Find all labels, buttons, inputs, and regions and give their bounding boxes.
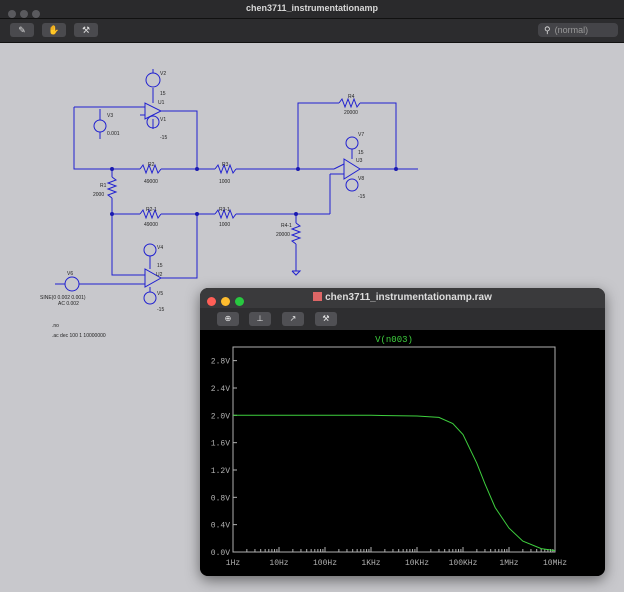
label-r2: R2 (148, 162, 155, 168)
plot-toolbar: ⊕ ⊥ ↗ ⚒ (200, 308, 605, 330)
main-toolbar: ✎ ✋ ⚒ ⚲ (normal) (0, 19, 624, 43)
label-v3-val: 0.001 (107, 131, 120, 137)
label-r1: R1 (100, 183, 107, 189)
waveform-plot[interactable]: V(n003) 0.0V 0.4V 0.8V 1.2V 1.6V 2.0V 2.4V 2.8V… (200, 330, 605, 576)
label-r2-1: R2-1 (146, 207, 157, 213)
x-tick-label: 1KHz (361, 559, 380, 568)
minimize-icon[interactable] (221, 297, 230, 306)
label-v4: V4 (157, 245, 163, 251)
y-tick-label: 1.6V (211, 440, 230, 449)
label-r4-val: 20000 (344, 110, 358, 116)
label-u1: U1 (158, 100, 165, 106)
y-tick-label: 0.8V (211, 494, 230, 503)
y-tick-label: 2.4V (211, 385, 230, 394)
directive-noise[interactable]: .no (52, 323, 59, 329)
hand-icon[interactable]: ✋ (42, 23, 66, 37)
close-icon[interactable] (207, 297, 216, 306)
x-tick-label: 100Hz (313, 559, 337, 568)
label-v5-val: -15 (157, 307, 164, 313)
x-tick-label: 10KHz (405, 559, 429, 568)
label-v2-val: 15 (160, 91, 166, 97)
label-v7-val: 15 (358, 150, 364, 156)
title-bar: chen3711_instrumentationamp (0, 0, 624, 19)
trace-label[interactable]: V(n003) (375, 335, 413, 345)
plot-window: chen3711_instrumentationamp.raw ⊕ ⊥ ↗ ⚒ … (200, 288, 605, 576)
plot-window-titlebar: chen3711_instrumentationamp.raw (200, 288, 605, 308)
x-tick-label: 10MHz (543, 559, 567, 568)
zoom-icon[interactable]: ⊕ (217, 312, 239, 326)
plot-window-title: chen3711_instrumentationamp.raw (325, 292, 492, 303)
search-input[interactable]: ⚲ (normal) (538, 23, 618, 37)
label-r3: R3 (222, 162, 229, 168)
trace-line (233, 414, 556, 552)
hammer-icon[interactable]: ⚒ (315, 312, 337, 326)
label-r3-1: R3-1 (219, 207, 230, 213)
label-r3-1-val: 1000 (219, 222, 230, 228)
label-v7: V7 (358, 132, 364, 138)
x-tick-label: 100KHz (449, 559, 478, 568)
file-icon (313, 292, 323, 301)
label-r4-1-val: 20000 (276, 232, 290, 238)
export-icon[interactable]: ↗ (282, 312, 304, 326)
label-v2: V2 (160, 71, 166, 77)
label-r3-val: 1000 (219, 179, 230, 185)
hammer-icon[interactable]: ⚒ (74, 23, 98, 37)
label-v3: V3 (107, 113, 113, 119)
label-r2-val: 49000 (144, 179, 158, 185)
y-tick-label: 0.4V (211, 522, 230, 531)
search-icon: ⚲ (544, 25, 551, 35)
label-r4: R4 (348, 94, 355, 100)
label-v1-val: -15 (160, 135, 167, 141)
label-u3: U3 (356, 158, 363, 164)
y-tick-label: 2.0V (211, 412, 230, 421)
plot-frame (232, 346, 556, 553)
search-placeholder: (normal) (554, 25, 589, 35)
directive-ac[interactable]: .ac dec 100 1 10000000 (52, 333, 106, 339)
probe-icon[interactable]: ✎ (10, 23, 34, 37)
label-u2: U2 (156, 272, 163, 278)
label-v8: V8 (358, 176, 364, 182)
label-r2-1-val: 49000 (144, 222, 158, 228)
label-r1-val: 2000 (93, 192, 104, 198)
window-title: chen3711_instrumentationamp (245, 3, 379, 13)
label-v4-val: 15 (157, 263, 163, 269)
label-v6-ac: AC 0.002 (58, 301, 79, 307)
label-v6: V6 (67, 271, 73, 277)
label-v5: V5 (157, 291, 163, 297)
zoom-window-icon[interactable] (235, 297, 244, 306)
axis-icon[interactable]: ⊥ (249, 312, 271, 326)
label-v8-val: -15 (358, 194, 365, 200)
y-tick-label: 1.2V (211, 467, 230, 476)
x-tick-label: 10Hz (269, 559, 288, 568)
y-tick-label: 0.0V (211, 549, 230, 558)
x-tick-label: 1Hz (226, 559, 241, 568)
label-r4-1: R4-1 (281, 223, 292, 229)
x-tick-label: 1MHz (499, 559, 518, 568)
y-tick-label: 2.8V (211, 358, 230, 367)
label-v1: V1 (160, 117, 166, 123)
